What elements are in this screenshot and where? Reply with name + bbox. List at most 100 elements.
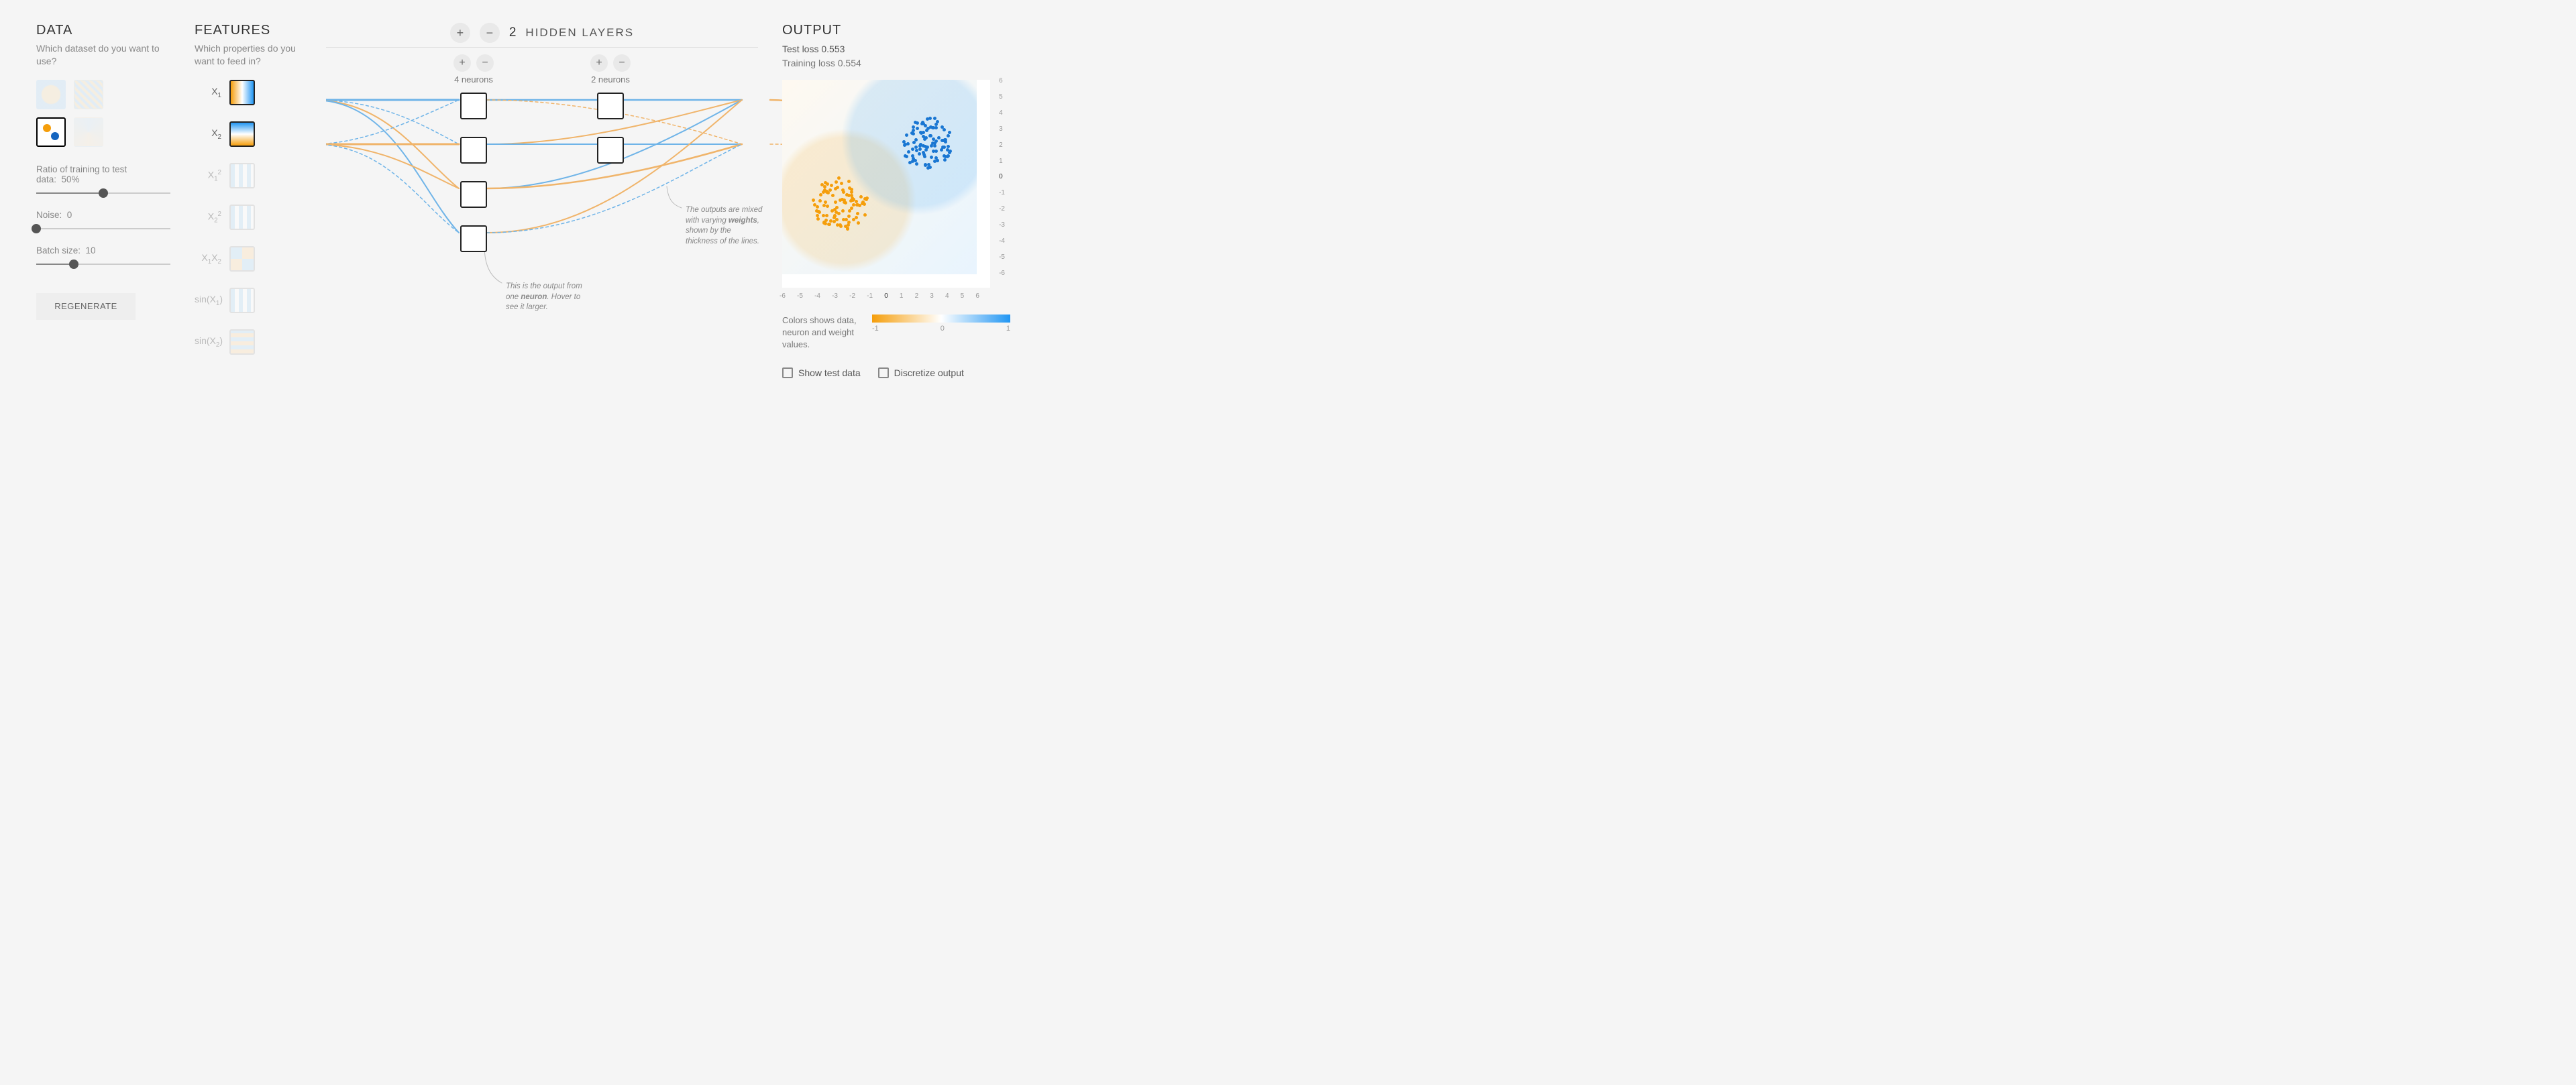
data-point xyxy=(850,207,853,210)
legend-tick: -1 xyxy=(872,325,879,333)
data-point xyxy=(907,150,910,154)
data-point xyxy=(918,144,922,148)
noise-label: Noise: xyxy=(36,210,62,220)
data-point xyxy=(839,198,842,202)
discretize-output-checkbox[interactable]: Discretize output xyxy=(878,367,964,378)
remove-neuron-button[interactable]: − xyxy=(476,54,494,72)
dataset-gaussian[interactable] xyxy=(36,117,66,147)
data-point xyxy=(904,143,907,146)
data-point xyxy=(905,133,908,137)
test-loss-value: 0.553 xyxy=(821,44,845,54)
data-point xyxy=(824,201,827,204)
data-point xyxy=(822,221,826,225)
feature-sin(X1[interactable]: sin(X1) xyxy=(195,288,302,313)
features-title: FEATURES xyxy=(195,23,302,38)
feature-X1[interactable]: X1X2 xyxy=(195,246,302,272)
batch-label: Batch size: xyxy=(36,245,80,255)
ratio-slider[interactable] xyxy=(36,188,170,198)
ratio-label: Ratio of training to test data: xyxy=(36,164,127,184)
output-panel: OUTPUT Test loss 0.553 Training loss 0.5… xyxy=(782,23,1010,378)
feature-X2[interactable]: X2 xyxy=(195,121,302,147)
show-test-data-checkbox[interactable]: Show test data xyxy=(782,367,861,378)
feature-thumbnail xyxy=(229,80,255,105)
feature-X1[interactable]: X1 xyxy=(195,80,302,105)
dataset-circle[interactable] xyxy=(36,80,66,109)
feature-label: X1 xyxy=(195,86,221,99)
regenerate-button[interactable]: REGENERATE xyxy=(36,293,136,320)
feature-X2[interactable]: X22 xyxy=(195,205,302,230)
test-loss-label: Test loss xyxy=(782,44,821,54)
data-point xyxy=(837,176,841,180)
remove-neuron-button[interactable]: − xyxy=(613,54,631,72)
legend-colorbar: -1 0 1 xyxy=(872,315,1010,333)
dataset-spiral[interactable] xyxy=(74,117,103,147)
train-loss-label: Training loss xyxy=(782,58,838,68)
add-neuron-button[interactable]: + xyxy=(453,54,471,72)
axis-tick: -6 xyxy=(999,270,1005,277)
data-point xyxy=(928,166,932,169)
feature-thumbnail xyxy=(229,121,255,147)
data-point xyxy=(910,131,914,135)
noise-slider[interactable] xyxy=(36,224,170,233)
data-point xyxy=(933,144,936,148)
data-point xyxy=(914,146,918,149)
dataset-xor[interactable] xyxy=(74,80,103,109)
neuron[interactable] xyxy=(460,181,487,208)
add-neuron-button[interactable]: + xyxy=(590,54,608,72)
add-layer-button[interactable]: + xyxy=(450,23,470,43)
layer-neuron-count: 2 neurons xyxy=(591,74,630,84)
data-point xyxy=(920,122,924,125)
axis-tick: -2 xyxy=(999,205,1005,213)
data-panel: DATA Which dataset do you want to use? R… xyxy=(36,23,170,378)
axis-tick: -3 xyxy=(832,292,838,300)
data-point xyxy=(924,124,927,127)
data-point xyxy=(818,199,822,203)
checkbox-icon xyxy=(878,367,889,378)
data-point xyxy=(816,205,819,209)
hidden-layer-1: + − 4 neurons xyxy=(453,54,494,252)
data-point xyxy=(833,216,836,219)
hidden-layers-label: HIDDEN LAYERS xyxy=(525,26,634,40)
axis-tick: -5 xyxy=(797,292,803,300)
feature-label: sin(X1) xyxy=(195,294,221,307)
axis-tick: 1 xyxy=(900,292,904,300)
feature-sin(X2[interactable]: sin(X2) xyxy=(195,329,302,355)
neuron[interactable] xyxy=(460,93,487,119)
feature-X1[interactable]: X12 xyxy=(195,163,302,188)
axis-tick: -5 xyxy=(999,253,1005,261)
remove-layer-button[interactable]: − xyxy=(480,23,500,43)
data-point xyxy=(925,129,928,132)
data-point xyxy=(855,216,858,219)
axis-tick: -1 xyxy=(999,189,1005,196)
checkbox-label: Show test data xyxy=(798,367,861,378)
callout-neuron: This is the output from one neuron. Hove… xyxy=(506,282,583,313)
feature-thumbnail xyxy=(229,163,255,188)
neuron[interactable] xyxy=(460,225,487,252)
neuron[interactable] xyxy=(460,137,487,164)
noise-value: 0 xyxy=(67,210,72,220)
data-point xyxy=(816,217,820,221)
data-point xyxy=(847,180,851,183)
data-point xyxy=(924,148,928,152)
neuron[interactable] xyxy=(597,137,624,164)
axis-tick: -4 xyxy=(814,292,820,300)
feature-label: sin(X2) xyxy=(195,335,221,349)
batch-slider[interactable] xyxy=(36,260,170,269)
axis-tick: 1 xyxy=(999,158,1005,165)
axis-tick: -2 xyxy=(849,292,855,300)
data-point xyxy=(825,214,828,217)
feature-thumbnail xyxy=(229,205,255,230)
neuron[interactable] xyxy=(597,93,624,119)
feature-thumbnail xyxy=(229,329,255,355)
axis-tick: 2 xyxy=(915,292,919,300)
data-subtitle: Which dataset do you want to use? xyxy=(36,42,170,68)
ratio-value: 50% xyxy=(62,174,80,184)
ratio-param: Ratio of training to test data: 50% xyxy=(36,164,170,198)
noise-param: Noise: 0 xyxy=(36,210,170,233)
output-heatmap[interactable]: 6543210-1-2-3-4-5-6 -6-5-4-3-2-10123456 xyxy=(782,80,990,288)
data-point xyxy=(944,138,947,141)
data-point xyxy=(819,193,822,196)
data-point xyxy=(947,134,950,137)
data-point xyxy=(858,204,861,207)
feature-label: X1X2 xyxy=(195,252,221,266)
